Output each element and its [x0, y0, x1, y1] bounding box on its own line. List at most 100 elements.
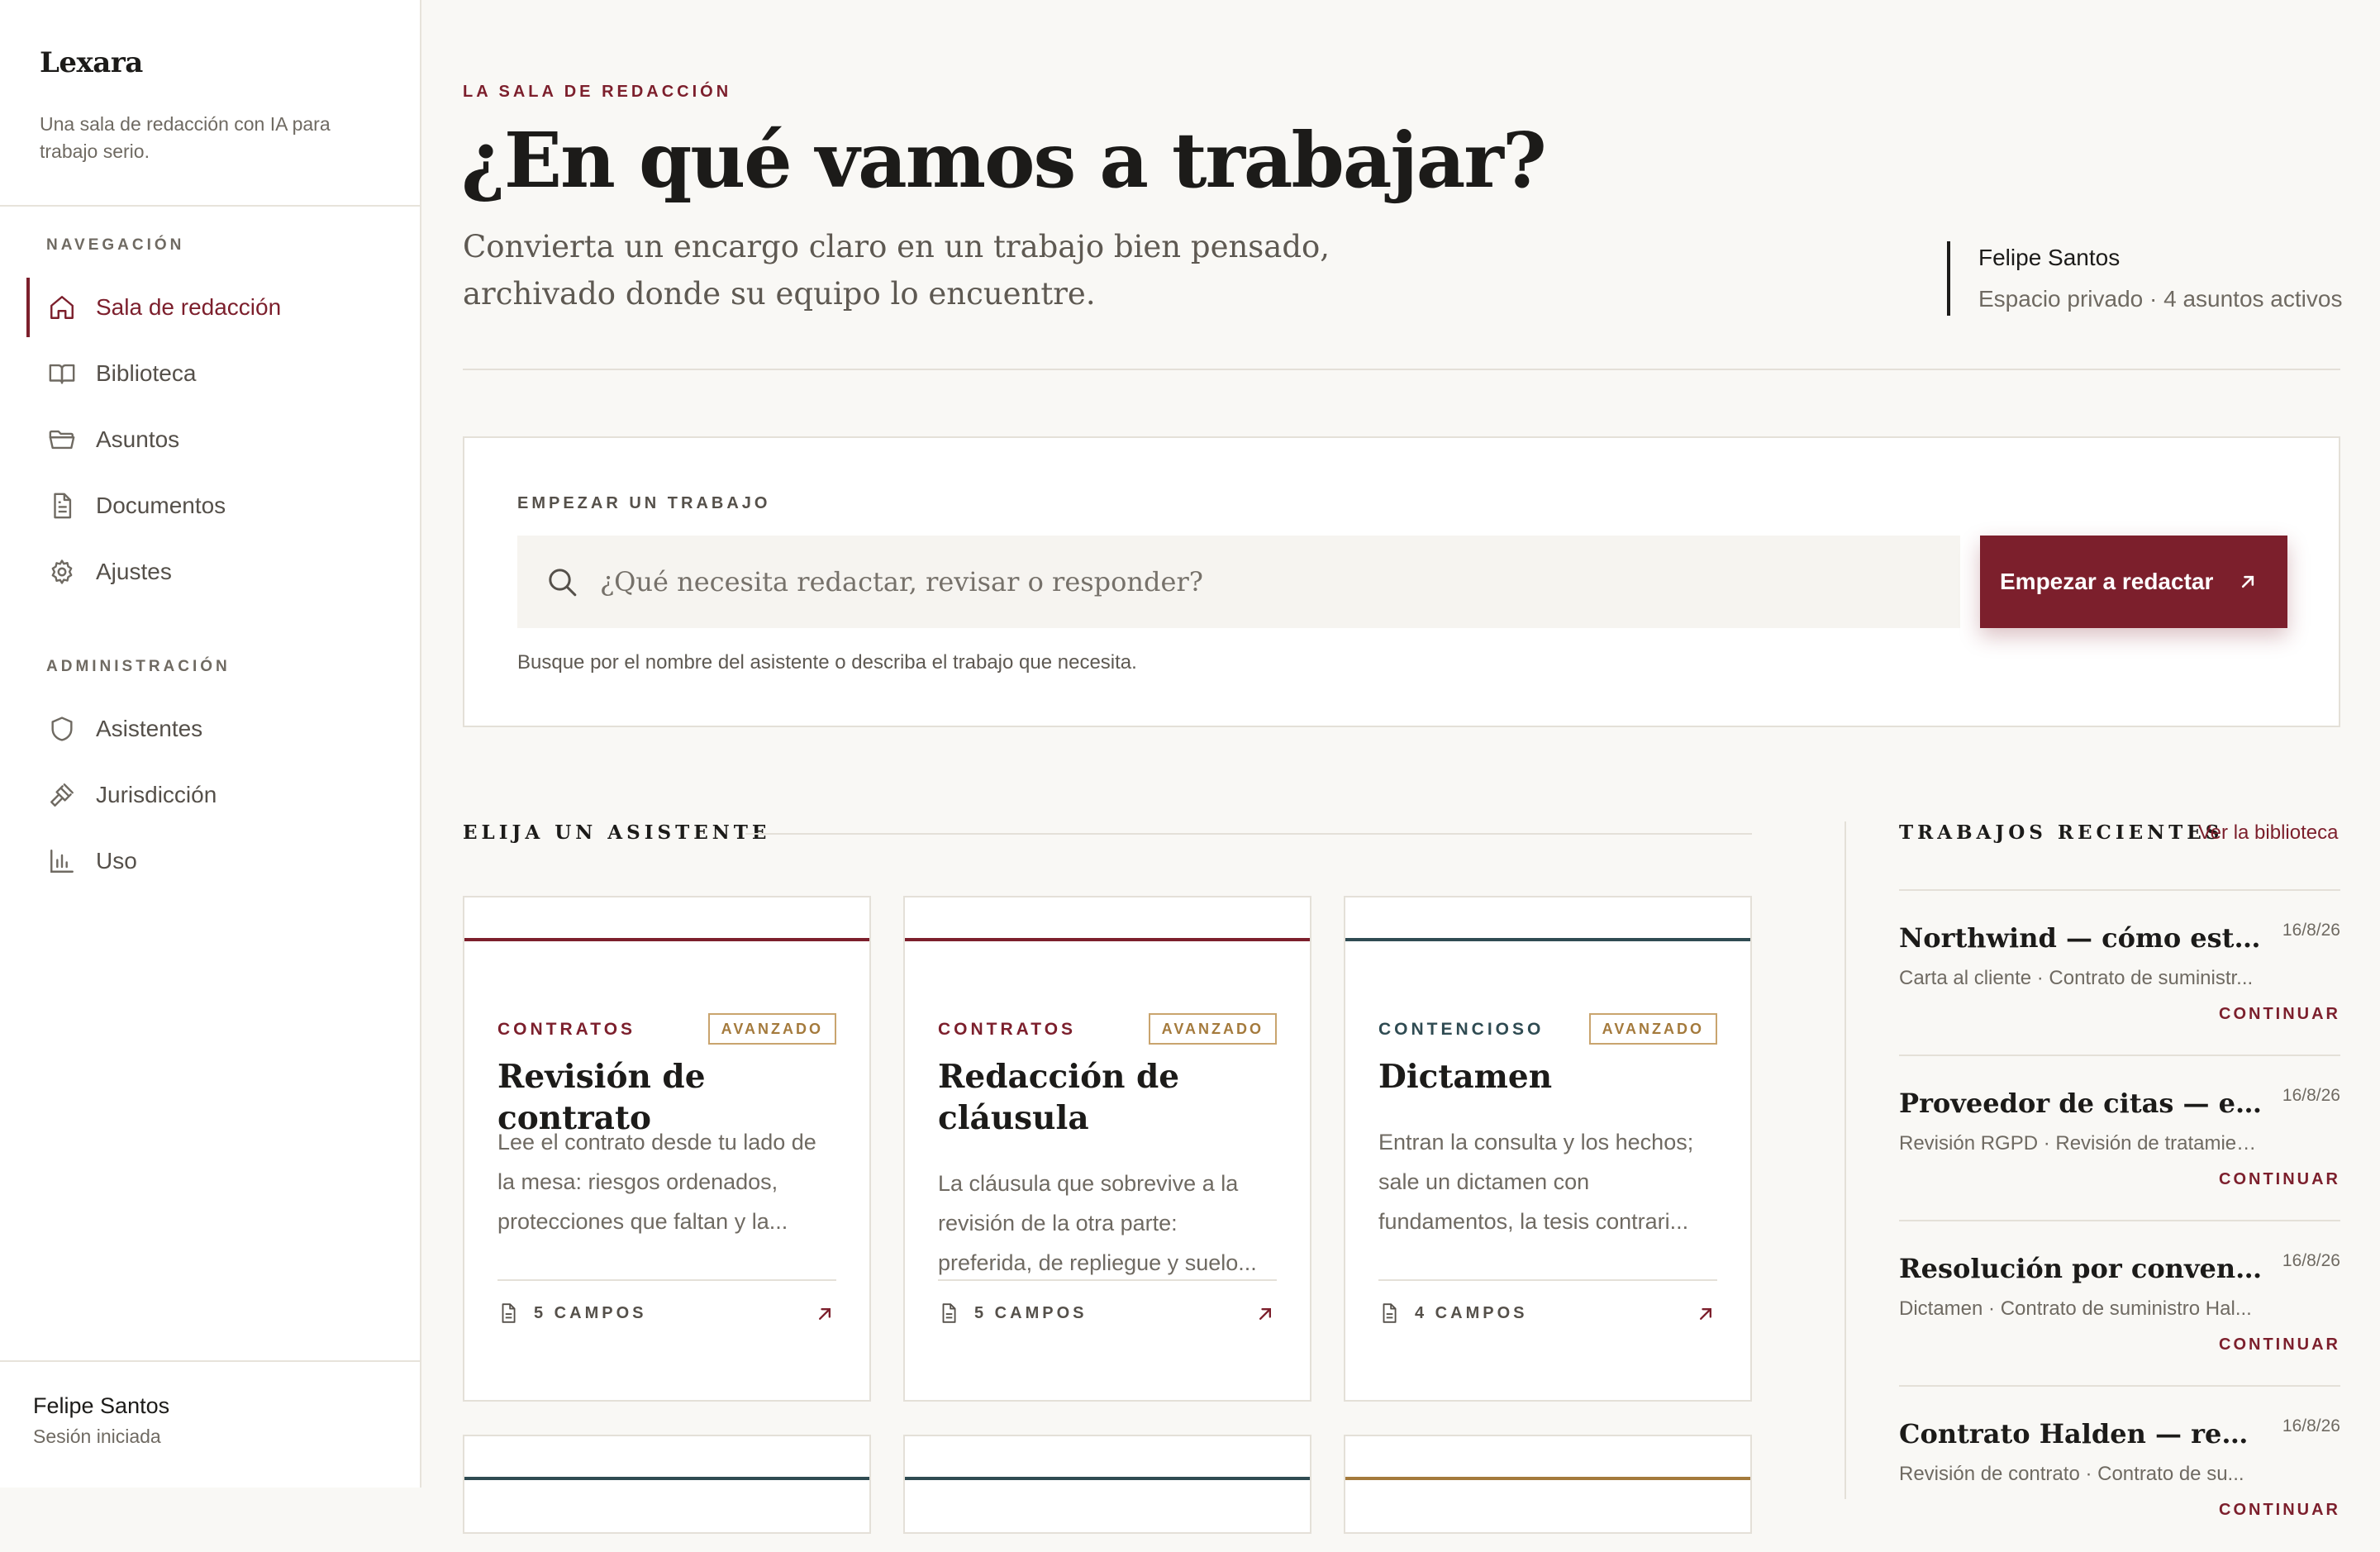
sidebar-item-jurisdiccion[interactable]: Jurisdicción [26, 765, 395, 825]
search-input[interactable] [598, 565, 1960, 598]
account-name: Felipe Santos [1978, 245, 2121, 270]
recent-item-meta: Revisión de contrato · Contrato de su... [1899, 1463, 2244, 1485]
recent-item-title: Proveedor de citas — evalu... [1899, 1088, 2263, 1119]
document-icon [942, 1303, 956, 1323]
recent-work-item[interactable]: Resolución por convenien... 16/8/26 Dict… [1899, 1220, 2340, 1387]
document-icon [502, 1303, 516, 1323]
sidebar-item-ajustes[interactable]: Ajustes [26, 542, 395, 602]
card-footer-divider [497, 1279, 836, 1281]
gavel-icon [50, 783, 74, 807]
card-accent-bar [464, 938, 869, 941]
recent-item-meta: Carta al cliente · Contrato de suministr… [1899, 967, 2254, 989]
nav-section-label: NAVEGACIÓN [46, 236, 185, 254]
sidebar-item-asistentes[interactable]: Asistentes [26, 699, 395, 759]
continue-link[interactable]: CONTINUAR [2219, 1005, 2340, 1024]
card-description: Entran la consulta y los hechos; sale un… [1378, 1130, 1694, 1234]
shield-icon [51, 716, 73, 741]
assistant-card[interactable]: CONTENCIOSO AVANZADO Dictamen Entran la … [1344, 896, 1752, 1402]
recent-item-meta: Dictamen · Contrato de suministro Hal... [1899, 1297, 2252, 1320]
recent-item-title: Resolución por convenien... [1899, 1253, 2263, 1284]
sidebar-item-label: Biblioteca [96, 360, 197, 386]
card-accent-bar [1345, 1477, 1750, 1480]
sidebar-item-label: Asuntos [96, 426, 180, 452]
column-divider [1844, 821, 1846, 1499]
card-description: La cláusula que sobrevive a la revisión … [938, 1171, 1257, 1275]
card-title: Redacción de cláusula [938, 1058, 1180, 1137]
recent-item-title: Contrato Halden — revisió... [1899, 1418, 2263, 1450]
document-icon [1383, 1303, 1397, 1323]
recent-work-item[interactable]: Northwind — cómo está el ... 16/8/26 Car… [1899, 889, 2340, 1056]
page-title: ¿En qué vamos a trabajar? [461, 116, 1547, 205]
card-category: CONTENCIOSO [1378, 1020, 1545, 1039]
recent-work-item[interactable]: Contrato Halden — revisió... 16/8/26 Rev… [1899, 1385, 2340, 1552]
sidebar: Lexara Una sala de redacción con IA para… [0, 0, 421, 1488]
arrow-up-right-icon [2241, 575, 2254, 588]
page-subtitle: Convierta un encargo claro en un trabajo… [463, 229, 1330, 312]
user-block[interactable]: Felipe Santos Sesión iniciada [33, 1393, 169, 1448]
card-footer-divider [1378, 1279, 1717, 1281]
assistant-card-partial[interactable] [1344, 1435, 1752, 1534]
sidebar-item-label: Sala de redacción [96, 294, 282, 320]
gear-icon [51, 559, 73, 584]
header-divider [463, 369, 2340, 370]
start-drafting-button[interactable]: Empezar a redactar [1980, 536, 2287, 628]
account-meta: Espacio privado · 4 asuntos activos [1978, 286, 2343, 312]
brand-logo[interactable]: Lexara [40, 46, 143, 79]
card-level-badge: AVANZADO [707, 1013, 836, 1045]
sidebar-item-label: Asistentes [96, 716, 203, 741]
sidebar-divider [0, 205, 420, 207]
card-fields-count: 5 CAMPOS [974, 1303, 1088, 1322]
card-title: Dictamen [1378, 1058, 1553, 1096]
assistant-card-partial[interactable] [463, 1435, 871, 1534]
recent-work-heading: TRABAJOS RECIENTES [1899, 821, 2224, 844]
start-work-card: EMPEZAR UN TRABAJO Empezar a redactar Bu… [463, 436, 2340, 727]
recent-work-item[interactable]: Proveedor de citas — evalu... 16/8/26 Re… [1899, 1055, 2340, 1221]
arrow-up-right-icon[interactable] [1254, 1302, 1277, 1326]
card-description: Lee el contrato desde tu lado de la mesa… [497, 1130, 816, 1234]
card-accent-bar [1345, 938, 1750, 941]
recent-item-title: Northwind — cómo está el ... [1899, 922, 2263, 954]
card-category: CONTRATOS [938, 1020, 1077, 1039]
search-box[interactable] [517, 536, 1960, 628]
card-footer-divider [938, 1279, 1277, 1281]
card-fields: 4 CAMPOS [1378, 1302, 1527, 1324]
sidebar-item-label: Uso [96, 848, 137, 874]
bar-chart-icon [50, 850, 74, 873]
card-fields: 5 CAMPOS [938, 1302, 1087, 1324]
card-fields-count: 4 CAMPOS [1415, 1303, 1528, 1322]
search-icon [549, 569, 577, 597]
card-accent-bar [905, 1477, 1310, 1480]
sidebar-item-uso[interactable]: Uso [26, 831, 395, 891]
book-icon [49, 364, 75, 384]
card-fields: 5 CAMPOS [497, 1302, 646, 1324]
assistant-card[interactable]: CONTRATOS AVANZADO Revisión de contrato … [463, 896, 871, 1402]
sidebar-item-biblioteca[interactable]: Biblioteca [26, 344, 395, 403]
search-hint: Busque por el nombre del asistente o des… [517, 651, 1137, 674]
sidebar-item-documentos[interactable]: Documentos [26, 476, 395, 536]
account-summary: Felipe Santos Espacio privado · 4 asunto… [1947, 241, 2342, 316]
sidebar-item-asuntos[interactable]: Asuntos [26, 410, 395, 469]
recent-item-meta: Revisión RGPD · Revisión de tratamien... [1899, 1132, 2263, 1154]
card-category: CONTRATOS [497, 1020, 636, 1039]
card-accent-bar [464, 1477, 869, 1480]
recent-item-date: 16/8/26 [2282, 921, 2340, 940]
start-drafting-label: Empezar a redactar [2000, 569, 2214, 594]
assistant-card-partial[interactable] [903, 1435, 1311, 1534]
continue-link[interactable]: CONTINUAR [2219, 1335, 2340, 1354]
continue-link[interactable]: CONTINUAR [2219, 1501, 2340, 1520]
assistant-card[interactable]: CONTRATOS AVANZADO Redacción de cláusula… [903, 896, 1311, 1402]
continue-link[interactable]: CONTINUAR [2219, 1170, 2340, 1189]
assistants-heading: ELIJA UN ASISTENTE [463, 821, 771, 844]
view-library-link[interactable]: Ver la biblioteca [2198, 821, 2338, 845]
document-icon [54, 493, 72, 519]
arrow-up-right-icon[interactable] [1694, 1302, 1717, 1326]
card-accent-bar [905, 938, 1310, 941]
sidebar-item-sala-de-redaccion[interactable]: Sala de redacción [26, 278, 395, 337]
arrow-up-right-icon[interactable] [813, 1302, 836, 1326]
home-icon [50, 296, 74, 319]
recent-item-date: 16/8/26 [2282, 1416, 2340, 1435]
start-work-label: EMPEZAR UN TRABAJO [517, 494, 771, 512]
card-level-badge: AVANZADO [1588, 1013, 1717, 1045]
page-eyebrow: LA SALA DE REDACCIÓN [463, 83, 732, 101]
sidebar-divider [0, 1360, 420, 1362]
